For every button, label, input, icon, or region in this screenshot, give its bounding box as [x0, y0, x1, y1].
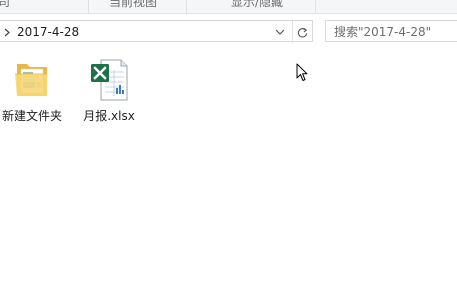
address-path[interactable]: 2017-4-28	[17, 24, 79, 40]
folder-icon	[15, 64, 47, 96]
refresh-button[interactable]	[292, 21, 312, 43]
search-placeholder: 搜索"2017-4-28"	[334, 25, 432, 39]
ribbon-group-labels: 司 当前视图 显示/隐藏	[0, 0, 457, 14]
ribbon-separator	[315, 0, 316, 13]
address-bar[interactable]: 2017-4-28	[0, 20, 313, 43]
excel-file-icon	[91, 59, 128, 101]
file-name: 月报.xlsx	[83, 109, 135, 123]
file-item-monthly-report[interactable]: 月报.xlsx	[73, 58, 145, 128]
chevron-down-icon[interactable]	[273, 24, 287, 40]
refresh-icon	[297, 27, 308, 37]
chevron-right-icon[interactable]	[2, 23, 12, 41]
search-input[interactable]: 搜索"2017-4-28"	[325, 20, 457, 42]
navigation-bar: 2017-4-28 搜索"2017-4-28"	[0, 20, 457, 44]
ribbon-separator	[88, 0, 89, 13]
ribbon-separator	[186, 0, 187, 13]
file-name: 新建文件夹	[1, 109, 62, 123]
file-explorer-window: 司 当前视图 显示/隐藏 2017-4-28	[0, 0, 457, 286]
ribbon-group-label: 司	[0, 0, 10, 10]
file-item-new-folder[interactable]: 新建文件夹	[0, 58, 68, 128]
ribbon-group-label-current-view: 当前视图	[109, 0, 158, 9]
mouse-pointer-icon	[296, 63, 308, 81]
ribbon-group-label-show-hide: 显示/隐藏	[231, 0, 284, 9]
